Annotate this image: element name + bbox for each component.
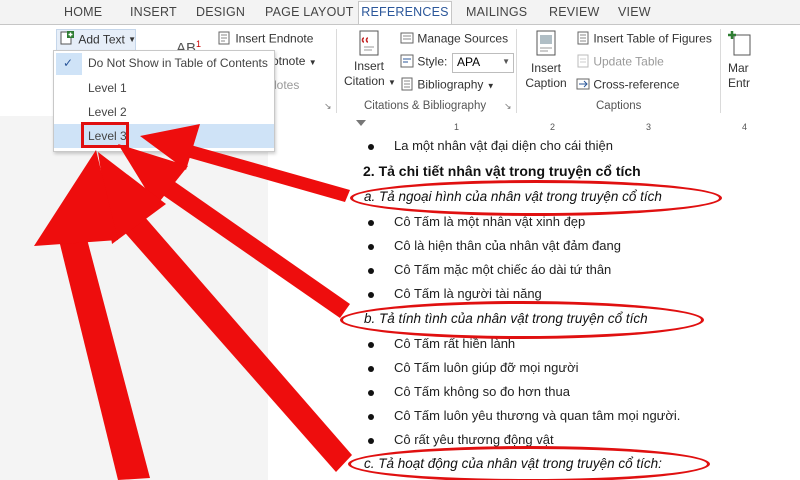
list-item: La một nhân vật đại diện cho cái thiện <box>368 138 613 153</box>
chevron-down-icon: ▼ <box>502 57 510 66</box>
insert-caption-button[interactable]: Insert Caption <box>522 29 570 97</box>
indent-marker-icon[interactable] <box>356 120 366 126</box>
tab-review[interactable]: REVIEW <box>549 2 600 22</box>
style-label: Style: <box>417 54 448 69</box>
dialog-launcher-icon[interactable]: ↘ <box>504 101 512 112</box>
cross-reference-icon <box>576 77 590 94</box>
endnote-icon <box>218 31 232 48</box>
ruler-tick: 1 <box>454 122 460 132</box>
list-item: Cô rất yêu thương động vật <box>368 432 554 447</box>
tab-view[interactable]: VIEW <box>618 2 651 22</box>
list-item: Cô là hiện thân của nhân vật đảm đang <box>368 238 621 253</box>
update-table-button[interactable]: Update Table <box>576 54 664 71</box>
ruler-tick: 3 <box>646 122 652 132</box>
ruler-tick: 4 <box>742 122 748 132</box>
table-of-figures-icon <box>576 31 590 48</box>
bibliography-button[interactable]: Bibliography ▼ <box>400 77 495 94</box>
list-item: Cô Tấm là một nhân vật xinh đẹp <box>367 214 586 229</box>
cross-reference-button[interactable]: Cross-reference <box>576 77 679 94</box>
tab-page-layout[interactable]: PAGE LAYOUT <box>265 2 354 22</box>
annotation-box <box>81 122 129 148</box>
update-table-icon <box>576 54 590 71</box>
style-picker: Style: <box>400 54 447 71</box>
insert-citation-button[interactable]: Insert Citation ▼ <box>344 29 396 97</box>
manage-sources-button[interactable]: Manage Sources <box>400 31 508 48</box>
add-text-icon <box>59 30 75 49</box>
navigation-pane <box>0 116 269 480</box>
insert-caption-line2: Caption <box>525 76 567 90</box>
menu-item-do-not-show[interactable]: ✓ Do Not Show in Table of Contents <box>54 51 274 75</box>
list-item: Cô Tấm luôn giúp đỡ mọi người <box>368 360 579 375</box>
list-item: Cô Tấm luôn yêu thương và quan tâm mọi n… <box>367 408 681 423</box>
ruler-tick: 2 <box>550 122 556 132</box>
bibliography-label: Bibliography <box>417 77 484 92</box>
chevron-down-icon: ▼ <box>308 58 317 67</box>
list-item: Cô Tấm mặc một chiếc áo dài tứ thân <box>367 262 612 277</box>
insert-endnote-button[interactable]: Insert Endnote <box>218 31 313 48</box>
section-heading: 2. Tả chi tiết nhân vật trong truyện cổ … <box>363 163 641 179</box>
manage-sources-label: Manage Sources <box>417 31 509 46</box>
check-icon: ✓ <box>63 56 74 70</box>
insert-caption-line1: Insert <box>530 61 561 75</box>
next-footnote-button[interactable]: otnote ▼ <box>272 54 317 68</box>
tab-insert[interactable]: INSERT <box>130 2 177 22</box>
chevron-down-icon: ▼ <box>486 81 495 91</box>
chevron-down-icon: ▼ <box>388 78 396 87</box>
menu-item-label: Level 2 <box>88 105 127 119</box>
manage-sources-icon <box>400 31 414 48</box>
next-footnote-label: otnote <box>272 54 306 68</box>
chevron-down-icon: ▼ <box>128 35 137 44</box>
insert-citation-line1: Insert <box>353 59 384 73</box>
cross-reference-label: Cross-reference <box>593 77 680 92</box>
tab-mailings[interactable]: MAILINGS <box>466 2 527 22</box>
group-separator <box>720 29 721 113</box>
mark-entry-button[interactable]: Mar Entr <box>728 29 800 97</box>
footnote-superscript: 1 <box>196 39 202 49</box>
horizontal-ruler[interactable]: 1 2 3 4 <box>268 116 800 133</box>
insert-citation-line2: Citation <box>344 74 385 88</box>
update-table-label: Update Table <box>593 54 664 69</box>
mark-entry-line2: Entr <box>728 76 751 90</box>
group-label-citations: Citations & Bibliography <box>364 100 487 112</box>
group-label-captions: Captions <box>596 100 642 112</box>
tab-design[interactable]: DESIGN <box>196 2 245 22</box>
word-window: HOME INSERT DESIGN PAGE LAYOUT REFERENCE… <box>0 0 800 480</box>
menu-item-level-2[interactable]: Level 2 <box>54 100 274 124</box>
mark-entry-icon <box>728 29 800 61</box>
annotation-ellipse <box>350 180 722 216</box>
menu-item-level-1[interactable]: Level 1 <box>54 76 274 100</box>
insert-table-of-figures-label: Insert Table of Figures <box>593 31 712 46</box>
add-text-label: Add Text <box>78 32 125 47</box>
bibliography-icon <box>400 77 414 94</box>
caption-icon <box>522 29 570 61</box>
list-item: Cô Tấm không so đo hơn thua <box>368 384 570 399</box>
list-item: Cô Tấm là người tài năng <box>368 286 542 301</box>
dialog-launcher-icon[interactable]: ↘ <box>324 101 332 112</box>
annotation-ellipse <box>340 301 704 339</box>
insert-table-of-figures-button[interactable]: Insert Table of Figures <box>576 31 712 48</box>
style-select[interactable]: APA ▼ <box>452 53 514 73</box>
citation-icon <box>344 29 394 59</box>
menu-item-label: Do Not Show in Table of Contents <box>88 56 268 70</box>
tab-home[interactable]: HOME <box>64 2 102 22</box>
mark-entry-line1: Mar <box>728 61 749 75</box>
annotation-ellipse <box>348 446 710 480</box>
style-value: APA <box>457 55 481 69</box>
tab-references[interactable]: REFERENCES <box>358 1 452 24</box>
insert-endnote-label: Insert Endnote <box>235 31 314 46</box>
show-notes-button[interactable]: lotes <box>274 78 299 92</box>
group-separator <box>336 29 337 113</box>
group-separator <box>516 29 517 113</box>
style-icon <box>400 54 414 71</box>
ribbon-tab-strip: HOME INSERT DESIGN PAGE LAYOUT REFERENCE… <box>0 0 800 24</box>
menu-item-label: Level 1 <box>88 81 127 95</box>
